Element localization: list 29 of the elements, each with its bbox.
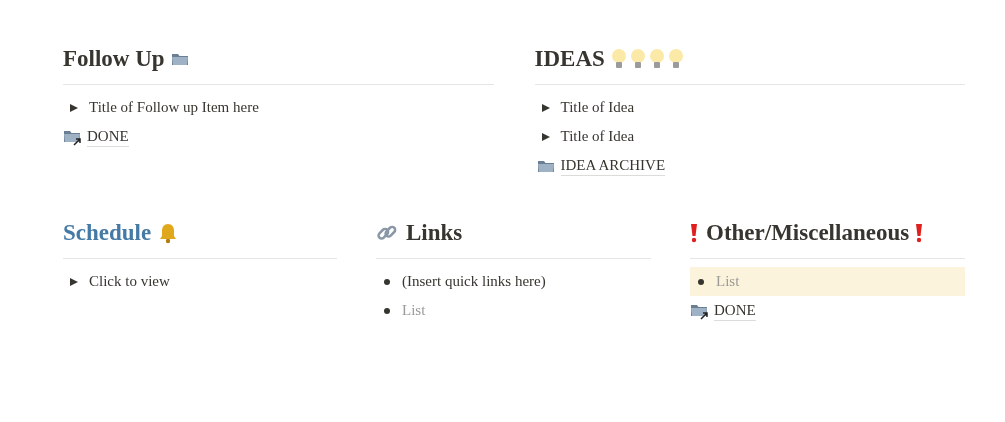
light-bulb-icon [667,48,684,70]
toggle-title: Title of Idea [560,127,635,147]
toggle-triangle-icon[interactable] [69,102,79,113]
section-heading: IDEAS [534,45,605,73]
toggle-triangle-icon[interactable] [540,102,551,113]
list-item: (Insert quick links here) [402,272,546,292]
page-link[interactable]: IDEA ARCHIVE [560,155,666,176]
placeholder-text: List [716,272,740,292]
page-link[interactable]: DONE [87,126,129,147]
light-bulb-icon [610,48,627,70]
folder-icon [170,51,189,67]
section-heading: Other/Miscellaneous [706,219,910,247]
toggle-title: Click to view [89,272,170,292]
toggle-title: Title of Idea [560,98,635,118]
toggle-title: Title of Follow up Item here [89,98,259,118]
page-link[interactable]: DONE [714,300,756,321]
bullet-icon [382,305,392,316]
placeholder-text: List [402,301,426,321]
exclamation-icon [915,223,924,243]
bullet-icon [696,276,706,287]
bullet-icon [382,276,392,287]
light-bulb-icon [648,48,665,70]
light-bulb-icon [629,48,646,70]
section-heading: Follow Up [63,45,165,73]
section-heading: Schedule [63,219,152,247]
exclamation-icon [690,223,698,243]
toggle-triangle-icon[interactable] [69,276,79,287]
section-heading: Links [406,219,463,247]
toggle-triangle-icon[interactable] [540,131,551,142]
